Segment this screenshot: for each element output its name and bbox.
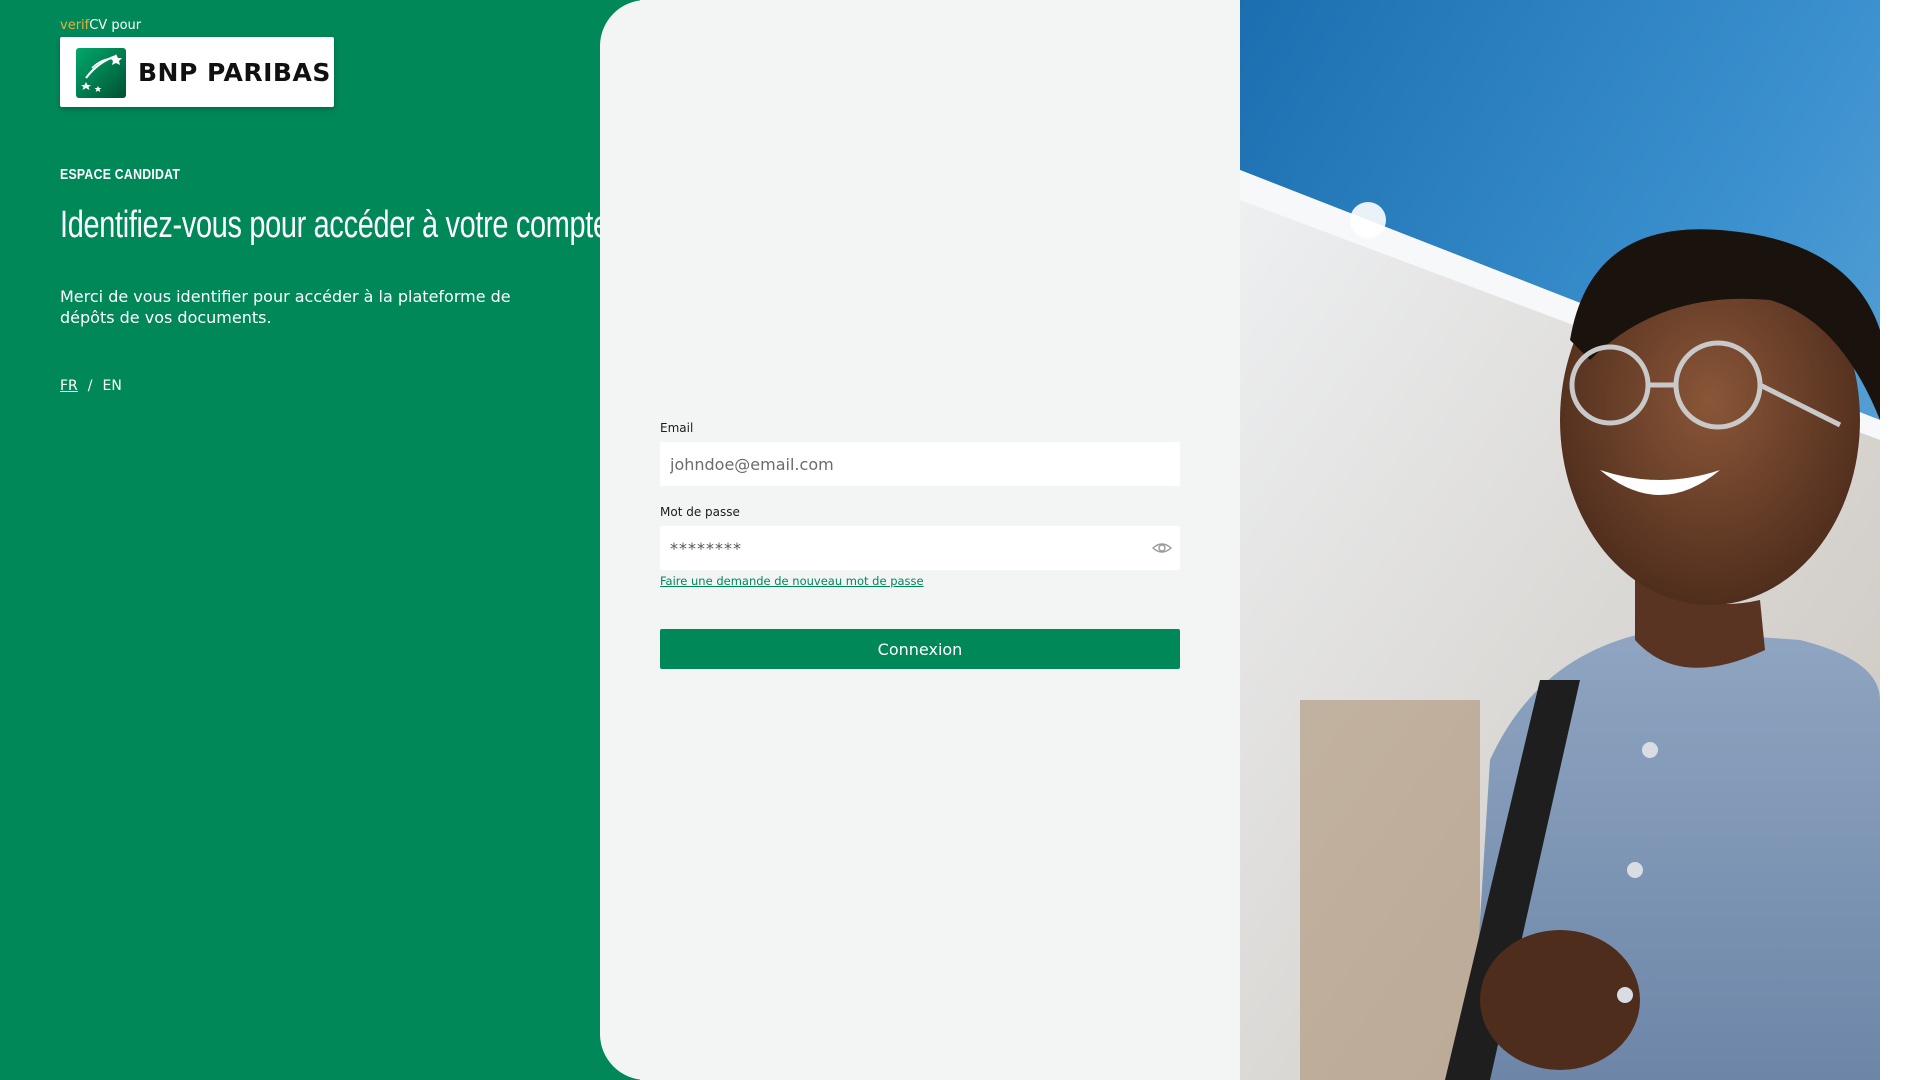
smiling-man-photo bbox=[1240, 0, 1880, 1080]
left-panel: verifCV pour BNP PARIBAS ESPACE CANDIDAT… bbox=[0, 0, 640, 1080]
email-label: Email bbox=[660, 421, 694, 435]
eye-icon[interactable] bbox=[1151, 539, 1173, 557]
language-switcher: FR / EN bbox=[60, 378, 122, 394]
verifcv-brand: verifCV pour bbox=[60, 18, 141, 34]
brand-verif-text: verif bbox=[60, 18, 90, 33]
login-panel: Email Mot de passe Faire une demande de … bbox=[600, 0, 1240, 1080]
brand-cv-text: CV pour bbox=[89, 18, 142, 33]
login-form: Email Mot de passe Faire une demande de … bbox=[660, 420, 1180, 669]
password-field-wrapper bbox=[660, 526, 1180, 570]
bnp-logo-text: BNP PARIBAS bbox=[138, 58, 331, 87]
login-button[interactable]: Connexion bbox=[660, 629, 1180, 669]
lang-fr-link[interactable]: FR bbox=[60, 378, 78, 394]
intro-text: Merci de vous identifier pour accéder à … bbox=[60, 287, 511, 327]
password-label: Mot de passe bbox=[660, 505, 740, 519]
page-kicker: ESPACE CANDIDAT bbox=[60, 166, 181, 183]
forgot-password-link[interactable]: Faire une demande de nouveau mot de pass… bbox=[660, 574, 924, 588]
bnp-logo: BNP PARIBAS bbox=[60, 37, 334, 107]
password-field[interactable] bbox=[660, 526, 1130, 570]
page-title: Identifiez-vous pour accéder à votre com… bbox=[60, 204, 609, 246]
lang-separator: / bbox=[87, 378, 93, 394]
lang-en-link[interactable]: EN bbox=[103, 378, 122, 394]
page-right-margin bbox=[1880, 0, 1920, 1080]
email-field[interactable] bbox=[660, 442, 1180, 486]
bnp-stars-icon bbox=[76, 48, 126, 98]
